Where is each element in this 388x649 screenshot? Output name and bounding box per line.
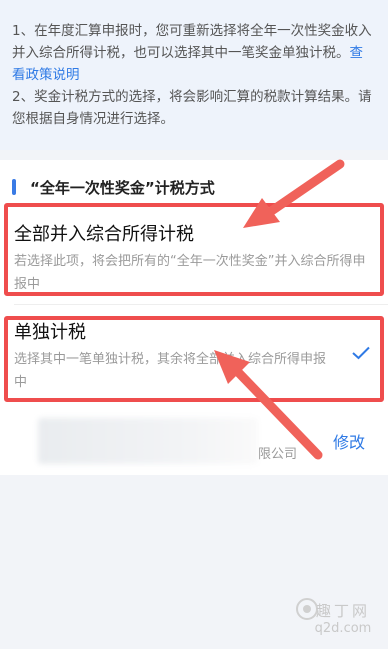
watermark-site: q2d.com	[314, 621, 372, 636]
watermark-title: 趣丁网	[315, 602, 370, 620]
notice-line-1: 1、在年度汇算申报时，您可重新选择将全年一次性奖金收入并入综合所得计税，也可以选…	[12, 20, 376, 86]
redacted-company-name	[38, 418, 258, 464]
watermark: 趣丁网 q2d.com	[303, 600, 383, 646]
modify-button[interactable]: 修改	[333, 429, 365, 453]
section-header: “全年一次性奖金”计税方式	[12, 177, 215, 197]
section-title: “全年一次性奖金”计税方式	[30, 178, 215, 197]
notice-line-2: 2、奖金计税方式的选择，将会影响汇算的税款计算结果。请您根据自身情况进行选择。	[12, 89, 372, 127]
option-divider	[14, 304, 388, 305]
highlight-box-separate	[4, 316, 384, 402]
notice-line-1-text: 1、在年度汇算申报时，您可重新选择将全年一次性奖金收入并入综合所得计税，也可以选…	[12, 23, 372, 61]
company-name-suffix: 限公司	[258, 447, 298, 462]
highlight-box-combined	[4, 203, 384, 296]
notice-panel: 1、在年度汇算申报时，您可重新选择将全年一次性奖金收入并入综合所得计税，也可以选…	[0, 0, 388, 150]
section-accent-bar	[12, 179, 16, 195]
